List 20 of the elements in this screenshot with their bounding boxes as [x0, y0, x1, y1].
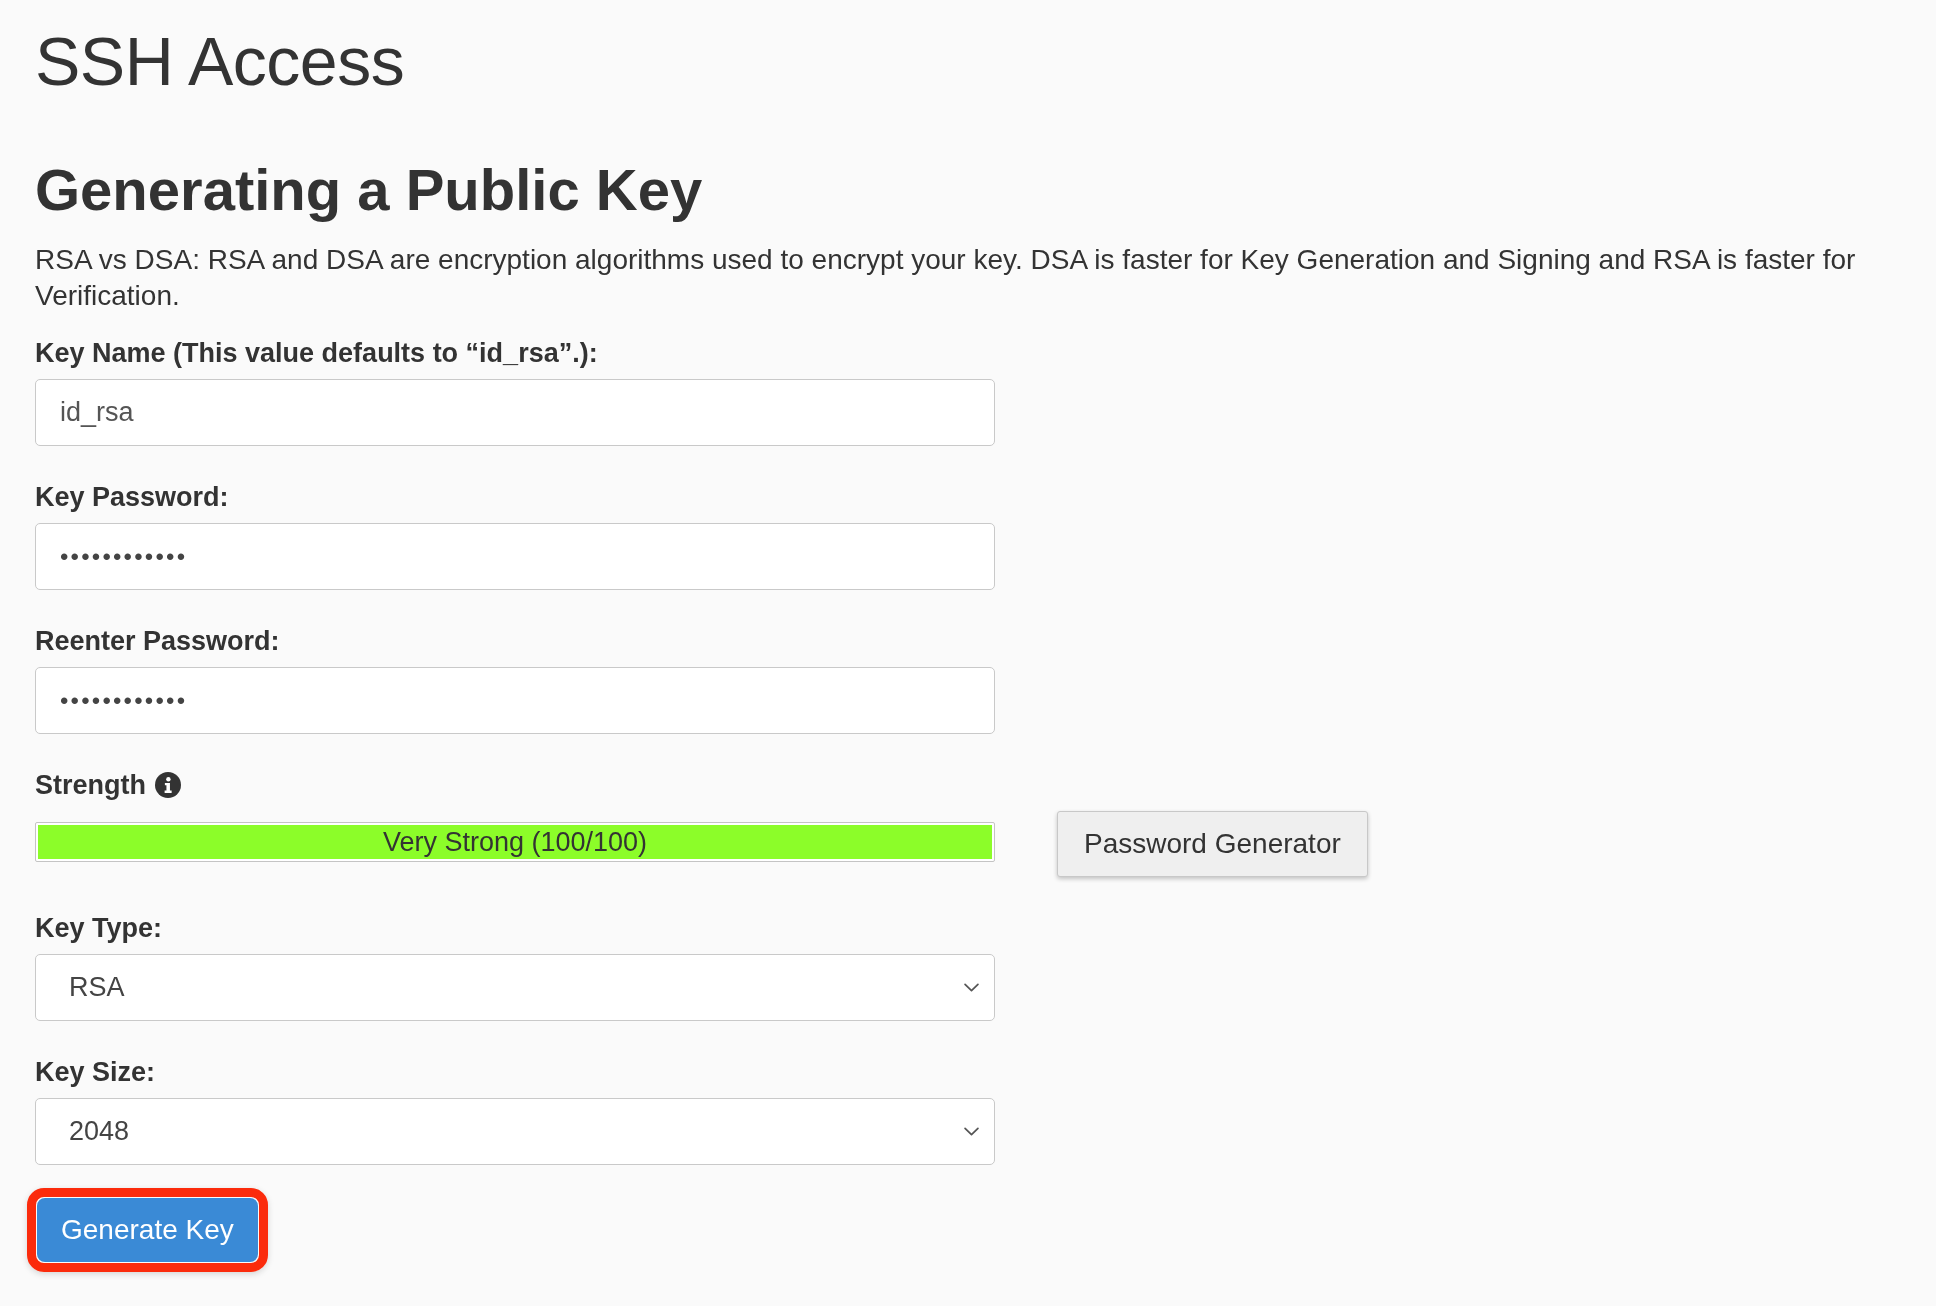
- password-field[interactable]: ••••••••••••: [35, 523, 995, 590]
- field-label: Key Password:: [35, 481, 229, 514]
- field-label: Key Size:: [35, 1056, 156, 1089]
- section-heading: Generating a Public Key: [35, 156, 703, 224]
- field-label: Key Type:: [35, 912, 163, 945]
- field-label: Key Name (This value defaults to “id_rsa”.):: [35, 337, 598, 370]
- page-title: SSH Access: [35, 22, 405, 101]
- chevron-down-icon: [964, 983, 979, 992]
- info-icon[interactable]: [155, 772, 181, 798]
- description-text: RSA vs DSA: RSA and DSA are encryption algorithms used to encrypt your key. DSA is faster for Key Generation and Signing and RSA is faster for Verification.: [35, 243, 1857, 313]
- generate-key-button[interactable]: Generate Key: [37, 1198, 258, 1262]
- password-field[interactable]: ••••••••••••: [35, 667, 995, 734]
- strength-reading: Very Strong (100/100): [382, 826, 648, 858]
- dropdown[interactable]: 2048: [35, 1098, 995, 1165]
- text-field[interactable]: id_rsa: [35, 379, 995, 446]
- dropdown[interactable]: RSA: [35, 954, 995, 1021]
- chevron-down-icon: [964, 1127, 979, 1136]
- field-label: Strength: [35, 769, 146, 802]
- field-label: Reenter Password:: [35, 625, 280, 658]
- password-generator-button[interactable]: Password Generator: [1057, 811, 1368, 877]
